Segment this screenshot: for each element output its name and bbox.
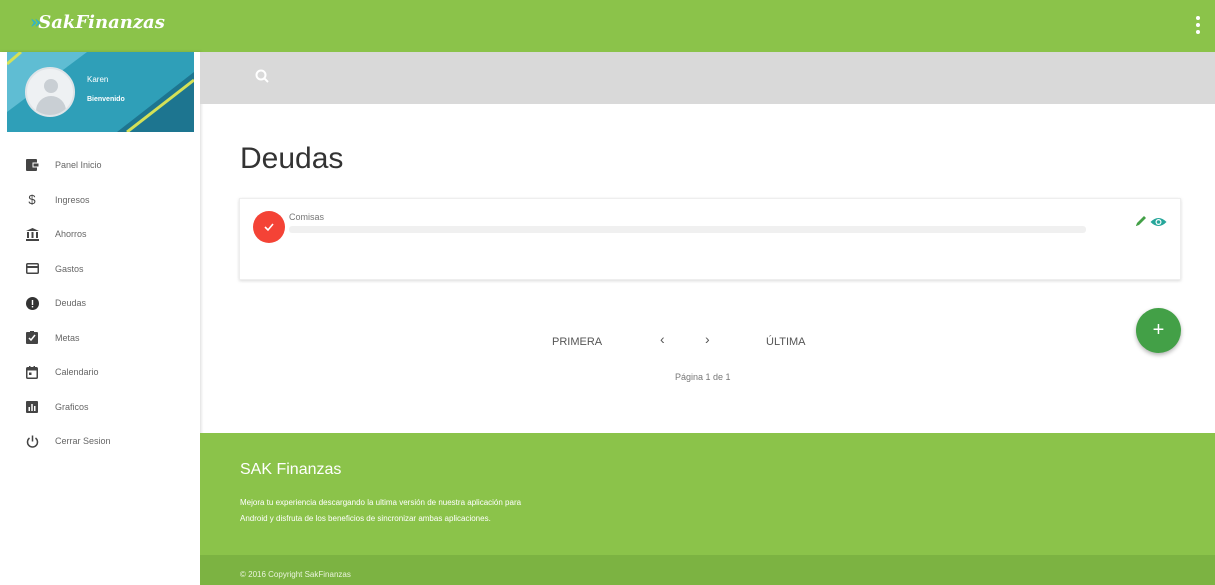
footer-bottom: © 2016 Copyright SakFinanzas: [200, 555, 1215, 585]
more-vert-icon[interactable]: [1195, 16, 1201, 36]
eye-icon[interactable]: [1150, 215, 1167, 227]
footer-line: Android y disfruta de los beneficios de …: [240, 514, 491, 523]
edit-icon[interactable]: [1134, 214, 1148, 228]
wallet-icon: [25, 158, 39, 172]
debt-progress-bar: [289, 226, 1086, 233]
sidebar-item-graficos[interactable]: Graficos: [0, 390, 200, 425]
sidebar-item-label: Graficos: [55, 401, 89, 412]
search-bar[interactable]: [200, 52, 1215, 104]
sidebar-item-ahorros[interactable]: Ahorros: [0, 217, 200, 252]
power-icon: [25, 434, 39, 448]
sidebar: Karen Bienvenido Panel Inicio $ Ingresos…: [0, 52, 200, 585]
brand-name: SakFinanzas: [38, 12, 165, 33]
chart-icon: [25, 400, 39, 414]
sidebar-item-panel-inicio[interactable]: Panel Inicio: [0, 148, 200, 183]
first-page-link[interactable]: PRIMERA: [552, 336, 602, 348]
pagination: PRIMERA ‹ › ÚLTIMA Página 1 de 1: [200, 320, 1215, 400]
avatar[interactable]: [25, 67, 75, 117]
next-page-button[interactable]: ›: [705, 331, 710, 347]
calendar-icon: [25, 365, 39, 379]
debt-card[interactable]: Comisas: [239, 198, 1181, 280]
credit-card-icon: [25, 262, 39, 276]
sidebar-menu: Panel Inicio $ Ingresos Ahorros Gastos D…: [0, 148, 200, 459]
sidebar-item-label: Metas: [55, 332, 80, 343]
sidebar-item-gastos[interactable]: Gastos: [0, 252, 200, 287]
sidebar-item-label: Cerrar Sesion: [55, 436, 111, 447]
footer: SAK Finanzas Mejora tu experiencia desca…: [200, 433, 1215, 555]
footer-line: Mejora tu experiencia descargando la ult…: [240, 498, 522, 507]
sidebar-item-ingresos[interactable]: $ Ingresos: [0, 183, 200, 218]
brand-logo[interactable]: » SakFinanzas: [30, 12, 165, 33]
profile-card: Karen Bienvenido: [7, 52, 194, 132]
sidebar-item-metas[interactable]: Metas: [0, 321, 200, 356]
search-icon[interactable]: [254, 68, 272, 86]
add-debt-button[interactable]: +: [1136, 308, 1181, 353]
chevron-logo-icon: »: [30, 12, 42, 33]
sidebar-item-label: Ahorros: [55, 229, 87, 240]
profile-welcome: Bienvenido: [87, 96, 125, 103]
sidebar-item-label: Panel Inicio: [55, 160, 102, 171]
clipboard-check-icon: [25, 331, 39, 345]
app-header: » SakFinanzas: [0, 0, 1215, 52]
page-title: Deudas: [240, 142, 344, 175]
sidebar-item-calendario[interactable]: Calendario: [0, 355, 200, 390]
sidebar-item-label: Gastos: [55, 263, 84, 274]
check-badge-icon: [253, 211, 285, 243]
sidebar-item-cerrar-sesion[interactable]: Cerrar Sesion: [0, 424, 200, 459]
dollar-icon: $: [28, 192, 36, 208]
sidebar-item-label: Ingresos: [55, 194, 90, 205]
last-page-link[interactable]: ÚLTIMA: [766, 336, 806, 348]
sidebar-item-deudas[interactable]: Deudas: [0, 286, 200, 321]
bank-icon: [25, 227, 39, 241]
footer-description: Mejora tu experiencia descargando la ult…: [240, 495, 760, 527]
prev-page-button[interactable]: ‹: [660, 331, 665, 347]
page-info: Página 1 de 1: [675, 372, 731, 382]
copyright: © 2016 Copyright SakFinanzas: [240, 570, 351, 579]
sidebar-item-label: Calendario: [55, 367, 99, 378]
alert-circle-icon: [25, 296, 39, 310]
debt-name: Comisas: [289, 212, 325, 222]
profile-name: Karen: [87, 75, 109, 84]
sidebar-item-label: Deudas: [55, 298, 87, 309]
footer-title: SAK Finanzas: [240, 461, 342, 478]
